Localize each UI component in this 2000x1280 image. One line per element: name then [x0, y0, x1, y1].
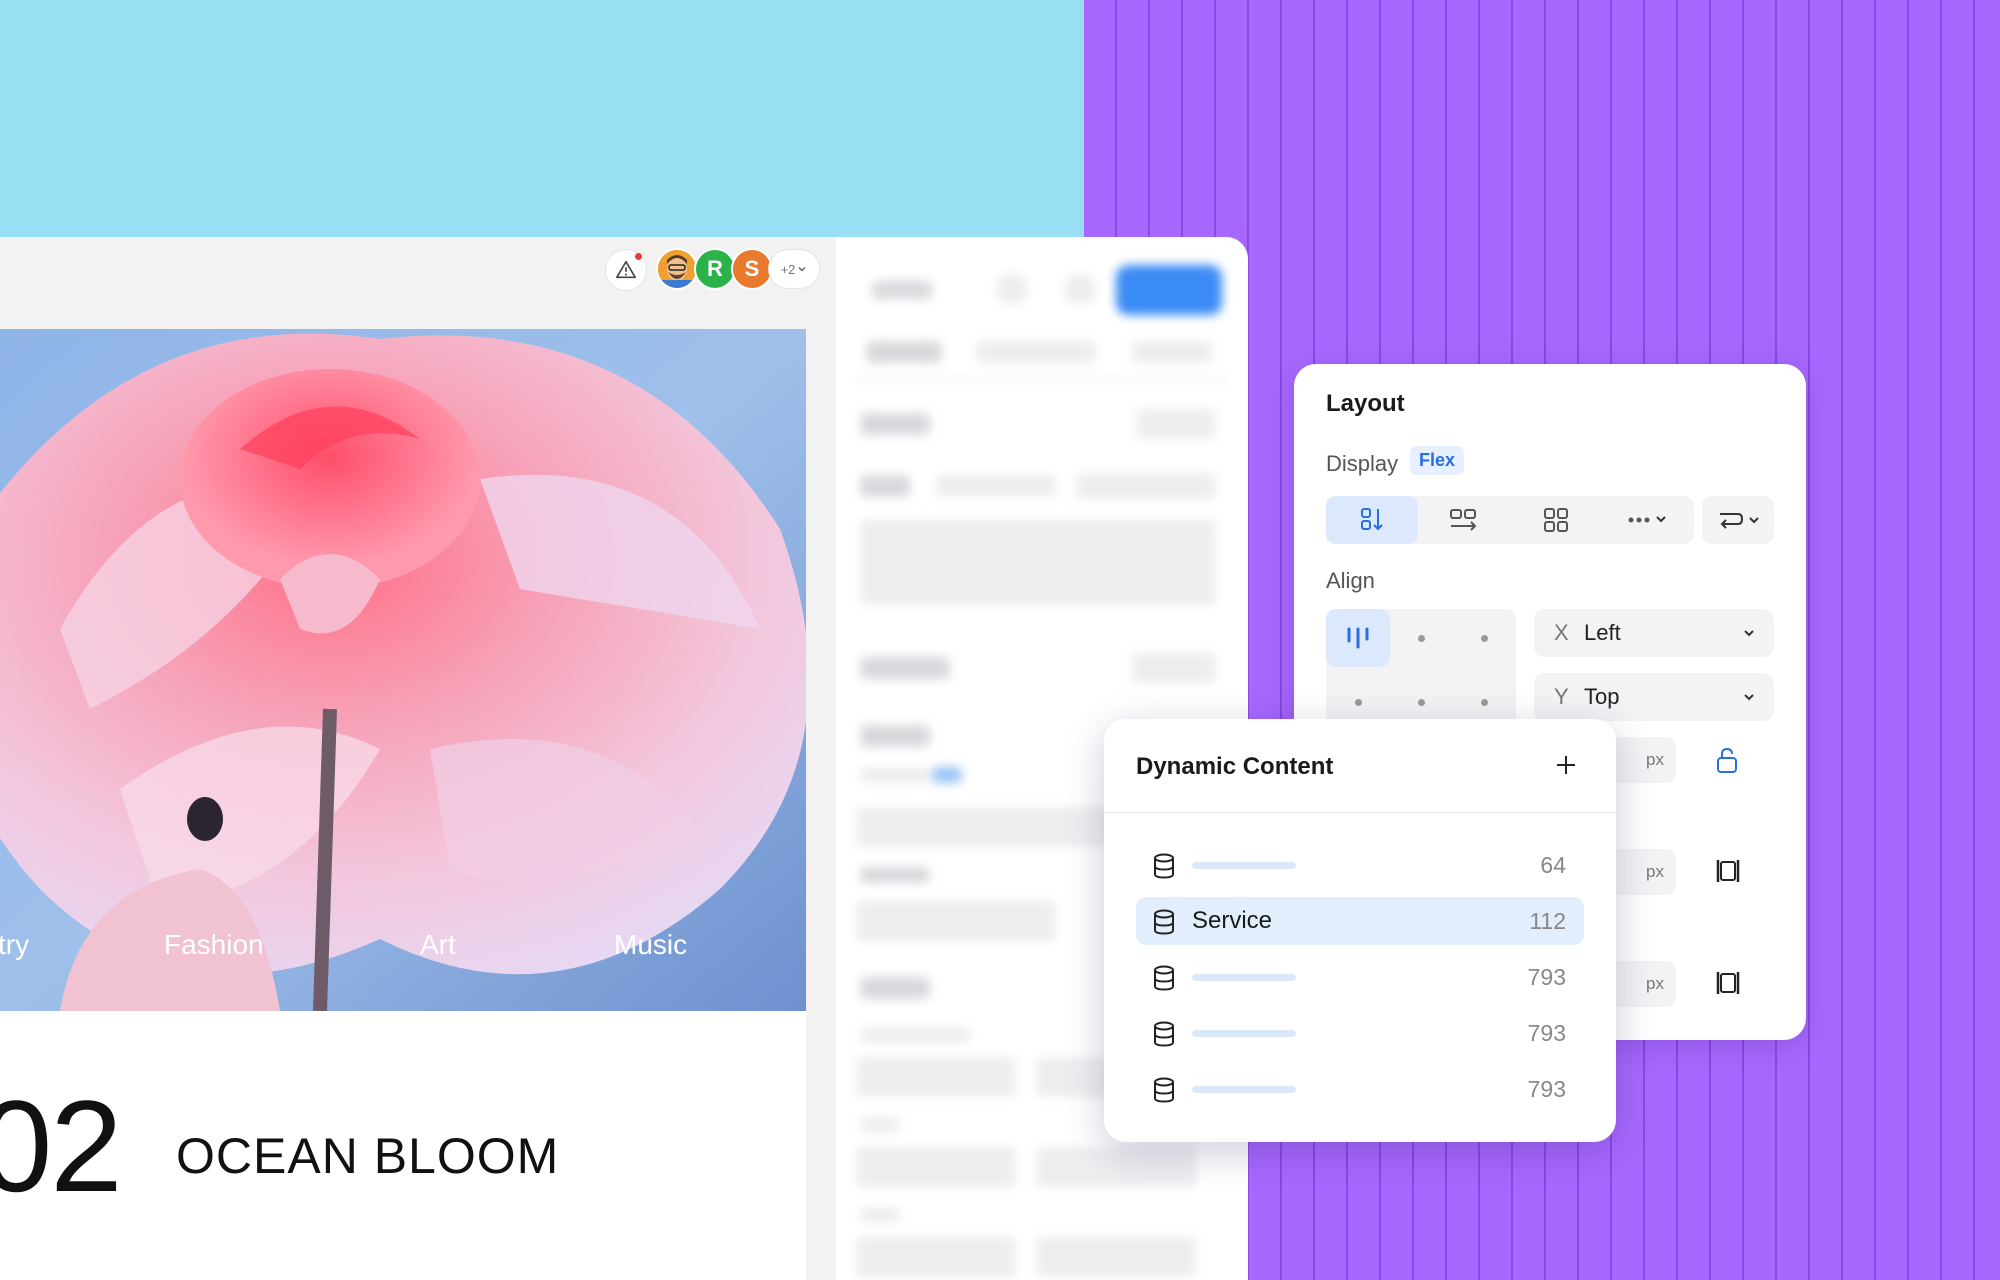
collection-row[interactable]: 793: [1136, 1009, 1584, 1057]
margin-sides-icon[interactable]: [1714, 969, 1742, 997]
display-value-badge: Flex: [1410, 446, 1465, 475]
collection-row[interactable]: 64: [1136, 841, 1584, 889]
dynamic-content-panel: Dynamic Content 64 Service 112 793 793 7…: [1104, 719, 1616, 1142]
notification-dot: [635, 253, 642, 260]
direction-horizontal-button[interactable]: [1418, 496, 1510, 544]
placeholder-bar: [1192, 1086, 1296, 1093]
gap-field: px: [1594, 737, 1774, 783]
display-label: Display: [1326, 451, 1399, 476]
direction-vertical-button[interactable]: [1326, 496, 1418, 544]
wrap-icon: [1720, 513, 1744, 529]
caption-area: 02 OCEAN BLOOM: [0, 1011, 806, 1280]
padding-field: px: [1594, 849, 1774, 895]
margin-field: px: [1594, 961, 1774, 1007]
lock-icon[interactable]: [1714, 745, 1740, 775]
collection-count: 793: [1527, 1020, 1566, 1046]
item-number: 02: [0, 1073, 123, 1219]
avatar[interactable]: [656, 248, 698, 290]
align-top-center-cell[interactable]: [1389, 609, 1453, 667]
layout-title: Layout: [1326, 390, 1405, 417]
more-collaborators-button[interactable]: +2: [768, 249, 820, 289]
more-collaborators-label: +2: [780, 261, 796, 277]
collection-count: 793: [1527, 1076, 1566, 1102]
tag-art[interactable]: Art: [420, 929, 456, 961]
collection-name: Service: [1192, 907, 1273, 934]
align-label: Align: [1326, 568, 1375, 593]
collection-count: 64: [1540, 852, 1566, 878]
padding-sides-icon[interactable]: [1714, 857, 1742, 885]
avatar[interactable]: S: [731, 248, 773, 290]
database-icon: [1154, 1021, 1174, 1047]
y-align-value: Top: [1584, 684, 1620, 709]
user-avatar-image: [658, 250, 696, 288]
wrap-button[interactable]: [1702, 496, 1774, 544]
align-top-right-cell[interactable]: [1452, 609, 1516, 667]
warning-button[interactable]: [605, 249, 647, 291]
placeholder-bar: [1192, 974, 1296, 981]
align-y-select[interactable]: Y Top: [1534, 673, 1774, 721]
add-collection-button[interactable]: [1554, 749, 1578, 783]
chevron-down-icon: [1744, 630, 1754, 637]
collection-row[interactable]: 793: [1136, 953, 1584, 1001]
database-icon: [1154, 909, 1174, 935]
chevron-down-icon: [1744, 694, 1754, 701]
alignment-grid: [1326, 609, 1516, 737]
plus-icon: [1557, 756, 1575, 774]
database-icon: [1154, 853, 1174, 879]
tag-try[interactable]: try: [0, 929, 29, 961]
tag-music[interactable]: Music: [614, 929, 687, 961]
align-bars-icon: [1347, 627, 1369, 649]
placeholder-bar: [1192, 862, 1296, 869]
collection-row[interactable]: 793: [1136, 1065, 1584, 1113]
hero-image: try Fashion Art Music: [0, 329, 806, 1011]
chevron-down-icon: [798, 266, 806, 272]
chevron-down-icon: [1749, 517, 1759, 524]
display-grid-button[interactable]: [1510, 496, 1602, 544]
divider: [1104, 812, 1616, 813]
tag-fashion[interactable]: Fashion: [164, 929, 264, 961]
stack-horizontal-icon: [1450, 509, 1477, 531]
x-axis-label: X: [1554, 620, 1569, 645]
collection-count: 793: [1527, 964, 1566, 990]
stack-vertical-icon: [1361, 508, 1383, 531]
avatar[interactable]: R: [694, 248, 736, 290]
unit-label: px: [1646, 750, 1664, 769]
database-icon: [1154, 1077, 1174, 1103]
collection-row-service[interactable]: Service 112: [1136, 897, 1584, 945]
display-direction-control: [1326, 496, 1694, 544]
database-icon: [1154, 965, 1174, 991]
unit-label: px: [1646, 974, 1664, 993]
dynamic-content-title: Dynamic Content: [1136, 753, 1334, 780]
display-more-button[interactable]: [1602, 496, 1694, 544]
flower-photo: [0, 329, 806, 1011]
item-title: OCEAN BLOOM: [176, 1128, 560, 1184]
canvas-topbar: R S +2: [0, 237, 836, 329]
warning-icon: [616, 260, 636, 279]
grid-icon: [1544, 508, 1568, 532]
x-align-value: Left: [1584, 620, 1621, 645]
align-x-select[interactable]: X Left: [1534, 609, 1774, 657]
align-top-left-cell[interactable]: [1326, 609, 1390, 667]
y-axis-label: Y: [1554, 684, 1569, 709]
canvas-window: R S +2 try Fashion Art Music 02 OCEAN BL…: [0, 237, 836, 1280]
more-dots-icon: [1628, 516, 1666, 523]
collection-count: 112: [1529, 908, 1566, 934]
unit-label: px: [1646, 862, 1664, 881]
placeholder-bar: [1192, 1030, 1296, 1037]
